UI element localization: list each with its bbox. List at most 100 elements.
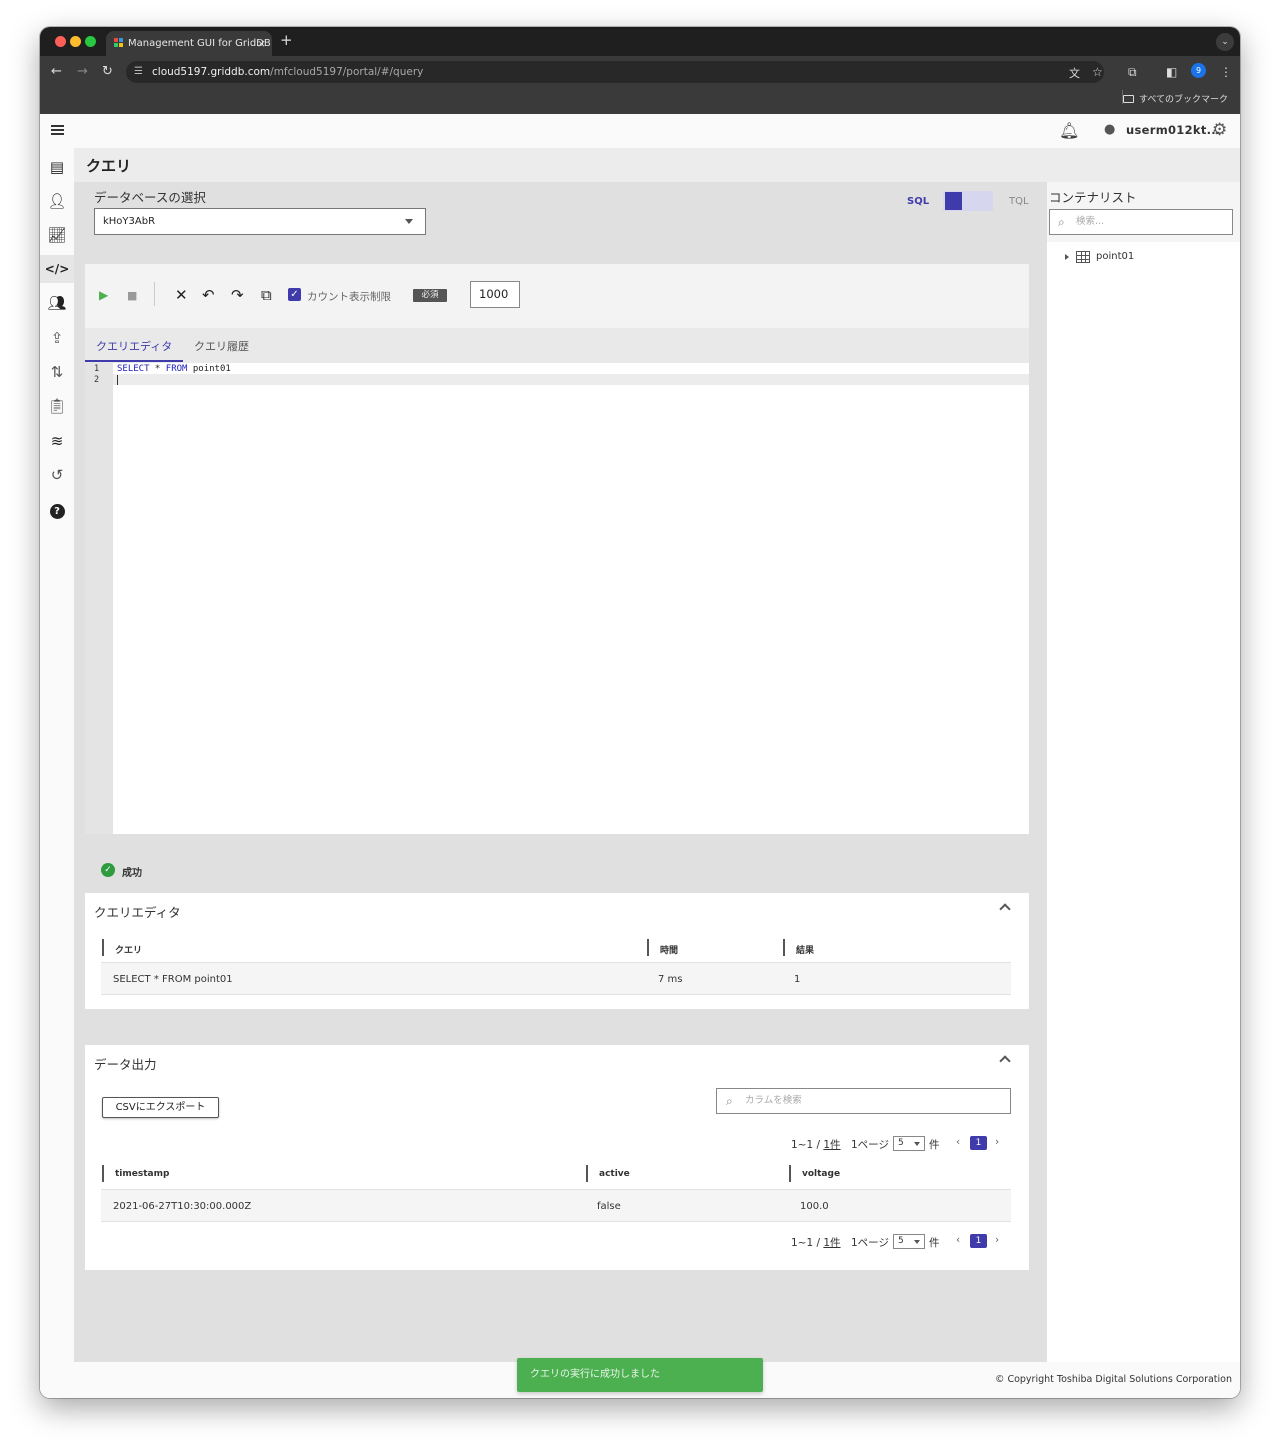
column-header[interactable]: timestamp [115,1169,169,1179]
editor-tabs: クエリエディタ クエリ履歴 [85,328,1029,363]
translate-icon[interactable]: 文 [1069,65,1080,81]
routes-icon[interactable]: ≋ [40,427,74,455]
per-page-select[interactable]: 5 [893,1136,925,1151]
upload-icon[interactable]: ⇪ [40,324,74,352]
stop-icon[interactable]: ■ [127,289,137,302]
reload-icon[interactable]: ↻ [102,64,113,79]
count-limit-checkbox[interactable]: ✓ [288,288,301,301]
search-icon: ⌕ [1058,215,1065,229]
chevron-up-icon[interactable] [999,903,1011,915]
history-icon[interactable]: ↺ [40,461,74,489]
minimize-window-button[interactable] [70,36,81,47]
table-icon [1076,251,1090,263]
maximize-window-button[interactable] [85,36,96,47]
per-page-select[interactable]: 5 [893,1234,925,1249]
prev-page-icon[interactable]: ‹ [956,1234,960,1246]
chevron-up-icon[interactable] [999,1055,1011,1067]
import-icon[interactable]: ⇅ [40,358,74,386]
sql-tql-toggle[interactable] [943,191,993,211]
column-header[interactable]: voltage [802,1169,840,1179]
pagination-count: 1~1 / 1件 [791,1137,841,1152]
column-header[interactable]: 時間 [660,943,678,956]
column-header[interactable]: active [599,1169,630,1179]
table-row[interactable]: SELECT * FROM point01 7 ms 1 [101,962,1011,995]
tab-search-icon[interactable]: ⌄ [1216,33,1234,51]
redo-icon[interactable]: ↷ [231,286,244,304]
main-content: データベースの選択 kHoY3AbR SQL TQL ▶ ■ ✕ ↶ ↷ ⧉ ✓ [74,182,1043,1362]
new-tab-button[interactable]: + [280,31,293,49]
code-icon[interactable]: </> [40,255,74,283]
next-page-icon[interactable]: › [995,1234,999,1246]
run-icon[interactable]: ▶ [99,288,108,302]
address-bar[interactable]: ☰ cloud5197.griddb.com/mfcloud5197/porta… [126,61,1104,83]
copy-icon[interactable]: ⧉ [261,286,272,304]
column-divider [783,939,785,956]
site-settings-icon[interactable]: ☰ [134,61,143,83]
table-row[interactable]: 2021-06-27T10:30:00.000Z false 100.0 [101,1189,1011,1222]
query-cell: SELECT * FROM point01 [113,974,233,985]
help-icon[interactable]: ? [40,495,74,523]
sql-mode-label[interactable]: SQL [907,196,929,207]
tab-query-history[interactable]: クエリ履歴 [194,338,249,354]
users-settings-icon[interactable]: 👤︎ [40,187,74,215]
prev-page-icon[interactable]: ‹ [956,1136,960,1148]
pagination-total[interactable]: 1件 [823,1139,840,1151]
tree-item-point01[interactable]: point01 [1047,242,1240,272]
chevron-down-icon [914,1142,920,1146]
pagination-range: 1~1 / [791,1237,824,1249]
forward-icon[interactable]: → [77,64,88,79]
page-button[interactable]: 1 [970,1234,987,1248]
success-check-icon: ✓ [101,863,115,877]
line-gutter [85,363,113,834]
database-icon[interactable]: ▤ [40,153,74,181]
folder-icon [1122,95,1134,103]
settings-gear-icon[interactable]: ⚙ [1212,120,1227,140]
column-search-placeholder: カラムを検索 [745,1095,802,1106]
per-page-value: 5 [898,1236,904,1246]
bookmark-star-icon[interactable]: ☆ [1092,65,1103,79]
tab-close-icon[interactable]: × [257,31,266,56]
column-search-input[interactable]: ⌕ カラムを検索 [716,1088,1011,1114]
column-header[interactable]: 結果 [796,943,814,956]
browser-menu-icon[interactable]: ⋮ [1220,65,1232,79]
chart-icon[interactable]: 📈︎ [40,221,74,249]
csv-export-button[interactable]: CSVにエクスポート [102,1097,219,1118]
success-label: 成功 [122,868,142,879]
database-select[interactable]: kHoY3AbR [94,208,426,235]
profile-avatar[interactable]: 9 [1191,63,1206,78]
pagination-total[interactable]: 1件 [823,1237,840,1249]
time-cell: 7 ms [658,974,683,985]
per-page-label: 1ページ [851,1139,889,1151]
browser-tab[interactable]: Management GUI for GridDB × [106,31,272,56]
container-search-input[interactable]: ⌕ 検索... [1049,209,1233,235]
undo-icon[interactable]: ↶ [202,286,215,304]
editor-toolbar: ▶ ■ ✕ ↶ ↷ ⧉ ✓ カウント表示制限 必須 1000 [85,264,1029,328]
count-limit-input[interactable]: 1000 [470,281,520,308]
page-button[interactable]: 1 [970,1136,987,1150]
code-line: SELECT * FROM point01 [117,364,231,374]
data-output-title: データ出力 [94,1057,157,1072]
notification-bell-icon[interactable]: 🔔︎ [1059,121,1079,140]
tql-mode-label[interactable]: TQL [1009,196,1029,207]
column-header[interactable]: クエリ [115,943,142,956]
db-select-label: データベースの選択 [94,190,206,205]
extensions-icon[interactable]: ⧉ [1128,65,1137,80]
database-select-value: kHoY3AbR [103,216,156,227]
per-page-unit: 件 [929,1139,940,1151]
code-editor[interactable]: 1 2 SELECT * FROM point01 [85,363,1029,834]
clear-icon[interactable]: ✕ [175,286,188,304]
group-icon[interactable]: 👥︎ [40,289,74,317]
clipboard-icon[interactable]: 📋︎ [40,392,74,420]
close-window-button[interactable] [55,36,66,47]
expand-caret-icon[interactable] [1065,254,1069,260]
all-bookmarks-button[interactable]: すべてのブックマーク [1122,92,1228,105]
next-page-icon[interactable]: › [995,1136,999,1148]
menu-icon[interactable] [51,125,64,135]
back-icon[interactable]: ← [51,64,62,79]
username[interactable]: userm012kt... [1126,123,1221,137]
browser-toolbar: ← → ↻ ☰ cloud5197.griddb.com/mfcloud5197… [40,56,1240,114]
count-limit-label: カウント表示制限 [307,291,391,303]
side-panel-icon[interactable]: ◧ [1166,65,1177,79]
result-cell: 1 [794,974,801,985]
tab-query-editor[interactable]: クエリエディタ [96,338,172,354]
